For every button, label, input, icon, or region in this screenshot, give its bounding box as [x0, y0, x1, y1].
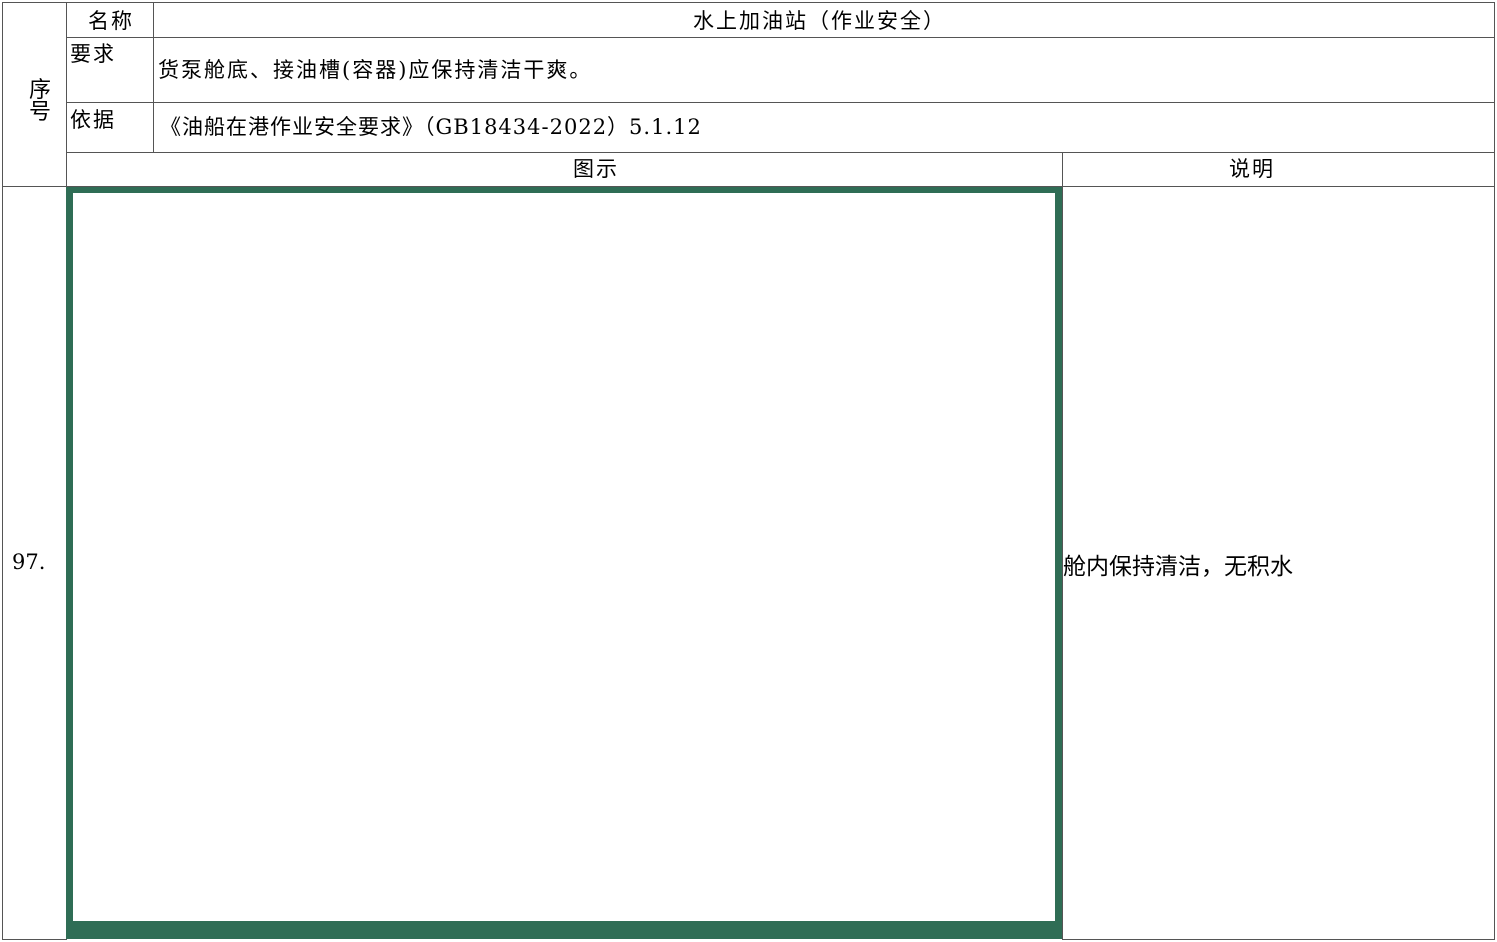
explanation-header-cell — [1062, 152, 1495, 187]
explanation-header: 说明 — [1229, 157, 1275, 181]
site-photo — [66, 187, 1063, 939]
basis-value: 《油船在港作业安全要求》（GB18434-2022）5.1.12 — [160, 115, 702, 139]
seq-header-char-1: 序 — [28, 78, 51, 103]
figure-header: 图示 — [573, 157, 619, 181]
requirement-label: 要求 — [70, 42, 116, 66]
basis-label: 依据 — [70, 108, 116, 132]
figure-header-cell — [66, 152, 1063, 187]
photo-content-area — [73, 193, 1055, 921]
name-label: 名称 — [88, 9, 134, 33]
row-number: 97. — [12, 550, 46, 574]
seq-header-char-2: 号 — [28, 100, 51, 125]
explanation-text: 舱内保持清洁，无积水 — [1063, 554, 1293, 580]
name-value: 水上加油站（作业安全） — [693, 9, 946, 33]
requirement-value: 货泵舱底、接油槽(容器)应保持清洁干爽。 — [158, 58, 593, 82]
seq-header-label: 序 号 — [28, 80, 52, 124]
